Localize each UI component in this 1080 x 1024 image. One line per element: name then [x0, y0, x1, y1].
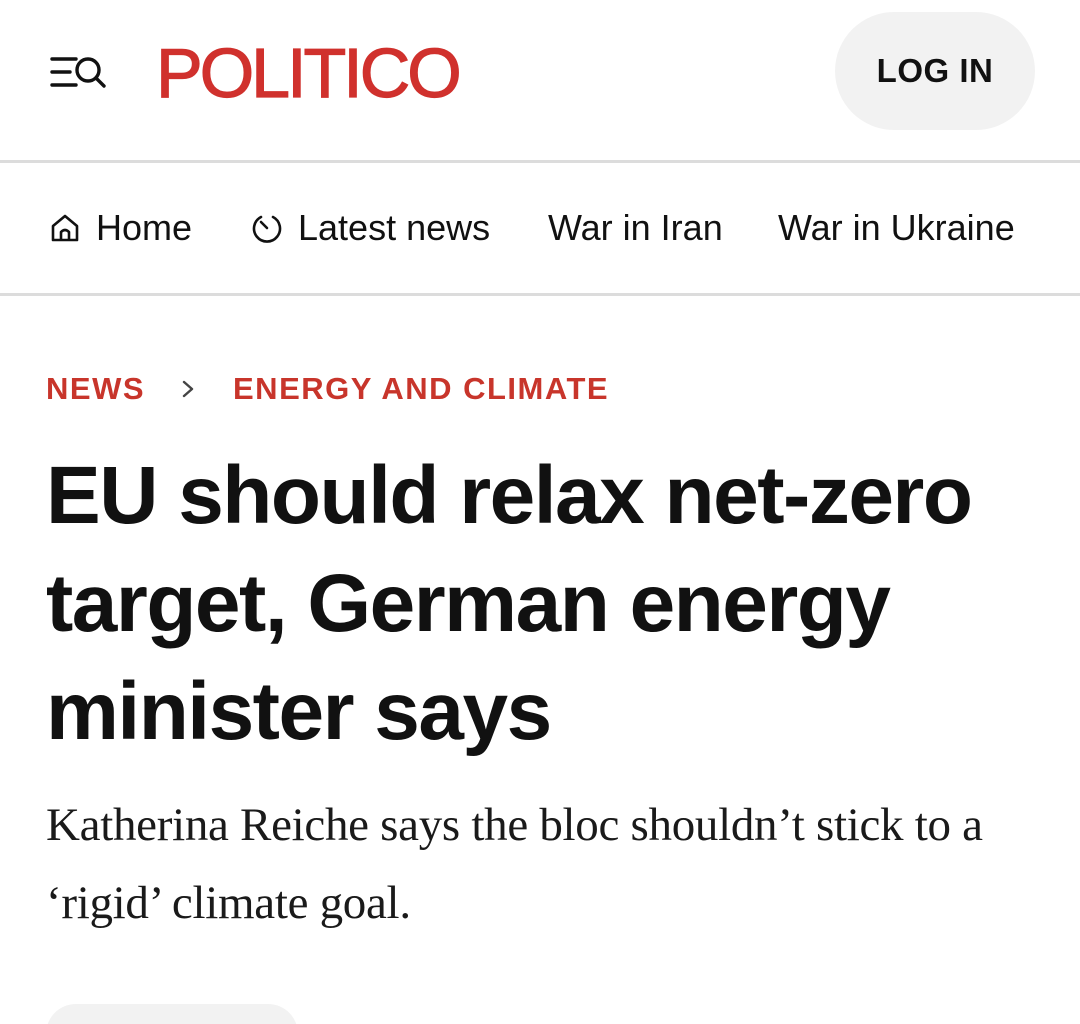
nav-item-label: War in Iran	[548, 207, 723, 248]
nav-item-label: War in Ukraine	[778, 207, 1015, 248]
politico-logo[interactable]: POLITICO	[155, 33, 462, 112]
breadcrumb: NEWS ENERGY AND CLIMATE	[46, 365, 609, 413]
article-subhead: Katherina Reiche says the bloc shouldn’t…	[46, 799, 983, 929]
clock-icon	[250, 211, 284, 245]
section-nav: Home Latest news War in Iran War in Ukra…	[0, 163, 1080, 293]
breadcrumb-energy-and-climate[interactable]: ENERGY AND CLIMATE	[233, 371, 609, 407]
nav-item-label: Home	[96, 207, 193, 248]
breadcrumb-news[interactable]: NEWS	[46, 371, 145, 407]
nav-item-latest-news[interactable]: Latest news	[250, 163, 490, 293]
site-header: POLITICO LOG IN	[0, 0, 1080, 160]
home-icon	[48, 211, 82, 245]
nav-item-home[interactable]: Home	[48, 163, 192, 293]
article-headline: EU should relax net-zero target, German …	[46, 450, 973, 757]
menu-search-icon[interactable]	[50, 52, 108, 94]
action-pill[interactable]	[46, 1004, 298, 1024]
nav-item-label: Latest news	[298, 207, 491, 248]
nav-item-war-in-iran[interactable]: War in Iran	[548, 163, 723, 293]
nav-divider	[0, 293, 1080, 296]
log-in-button[interactable]: LOG IN	[835, 12, 1035, 130]
chevron-right-icon	[173, 374, 203, 404]
nav-item-war-in-ukraine[interactable]: War in Ukraine	[778, 163, 1015, 293]
